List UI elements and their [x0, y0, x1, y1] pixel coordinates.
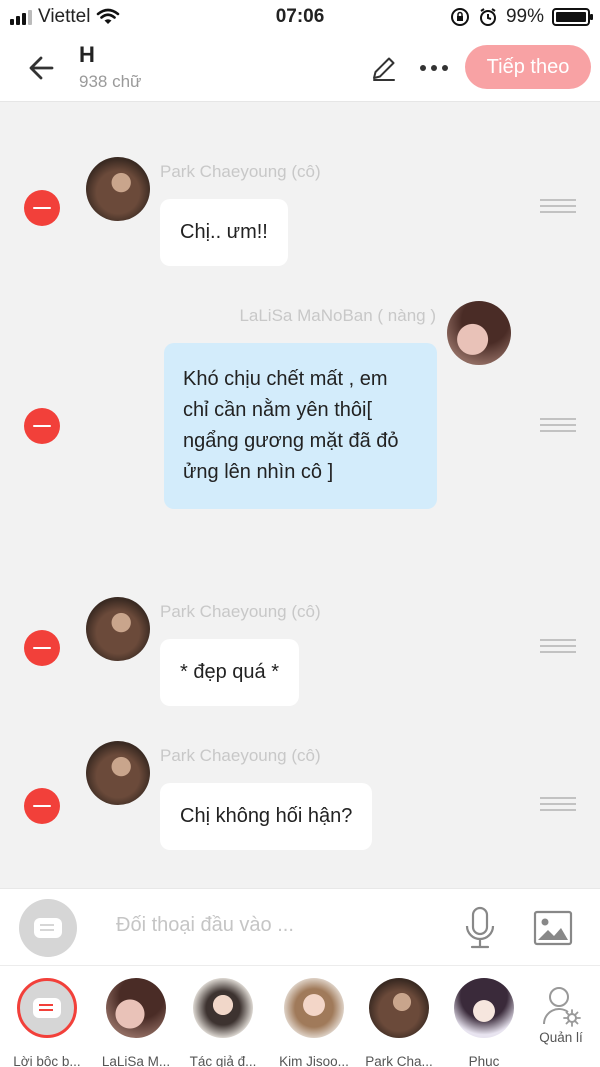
back-button[interactable] [22, 48, 62, 88]
speaker-name: Park Chaeyoung (cô) [160, 602, 321, 621]
edit-button[interactable] [368, 52, 400, 84]
image-icon [533, 910, 573, 946]
microphone-icon [465, 906, 495, 949]
back-arrow-icon [29, 56, 54, 80]
delete-message-button[interactable] [24, 190, 60, 226]
delete-message-button[interactable] [24, 408, 60, 444]
next-button[interactable]: Tiếp theo [465, 45, 591, 89]
input-mode-button[interactable] [19, 899, 77, 957]
message-bubble[interactable]: * đẹp quá * [160, 639, 299, 706]
avatar [86, 741, 150, 805]
character-label: LaLiSa M... [101, 1054, 171, 1067]
status-right: 99% [450, 6, 593, 28]
avatar [106, 978, 166, 1038]
more-icon [420, 65, 426, 71]
header: H 938 chữ Tiếp theo [0, 34, 600, 102]
rotation-lock-icon [450, 8, 469, 26]
avatar [369, 978, 429, 1038]
speaker-name: LaLiSa MaNoBan ( nàng ) [239, 306, 436, 325]
message-bubble[interactable]: Chị.. ưm!! [160, 199, 288, 266]
manage-label: Quản lí [539, 1030, 583, 1045]
battery-percent: 99% [505, 6, 544, 27]
more-icon [442, 65, 448, 71]
battery-icon [552, 8, 593, 26]
speaker-name: Park Chaeyoung (cô) [160, 162, 321, 181]
avatar [447, 301, 511, 365]
more-button[interactable] [414, 52, 454, 84]
mic-button[interactable] [462, 906, 498, 950]
character-label: Tác giả đ... [189, 1054, 257, 1067]
chat-area: Park Chaeyoung (cô) Chị.. ưm!! LaLiSa Ma… [0, 103, 600, 888]
manage-button[interactable]: Quản lí [530, 984, 592, 1064]
avatar [284, 978, 344, 1038]
avatar [86, 597, 150, 661]
avatar [86, 157, 150, 221]
chat-icon [34, 918, 62, 938]
chat-icon [33, 998, 61, 1018]
page-title: H [79, 42, 95, 67]
image-button[interactable] [533, 908, 573, 948]
character-bar: Lời bộc b... LaLiSa M... Tác giả đ... Ki… [0, 965, 600, 1067]
alarm-icon [479, 8, 496, 26]
message-bubble[interactable]: Chị không hối hận? [160, 783, 373, 850]
character-label: Lời bộc b... [13, 1054, 81, 1067]
drag-handle[interactable] [540, 639, 576, 653]
input-bar: Đối thoại đầu vào ... [0, 888, 600, 965]
user-settings-icon [543, 987, 581, 1027]
avatar [454, 978, 514, 1038]
avatar [193, 978, 253, 1038]
narrator-avatar [17, 978, 77, 1038]
delete-message-button[interactable] [24, 630, 60, 666]
speaker-name: Park Chaeyoung (cô) [160, 746, 321, 765]
drag-handle[interactable] [540, 797, 576, 811]
status-bar: Viettel 07:06 99% [0, 0, 600, 34]
dialogue-input[interactable]: Đối thoại đầu vào ... [116, 914, 294, 937]
word-count: 938 chữ [79, 72, 142, 91]
more-icon [431, 65, 437, 71]
drag-handle[interactable] [540, 199, 576, 213]
drag-handle[interactable] [540, 418, 576, 432]
character-label: Park Cha... [365, 1054, 433, 1067]
delete-message-button[interactable] [24, 788, 60, 824]
character-label: Phục [468, 1054, 500, 1067]
pencil-icon [373, 57, 395, 81]
character-label: Kim Jisoo... [279, 1054, 349, 1067]
battery-level [556, 12, 586, 22]
message-bubble[interactable]: Khó chịu chết mất , em chỉ cần nằm yên t… [164, 343, 437, 509]
